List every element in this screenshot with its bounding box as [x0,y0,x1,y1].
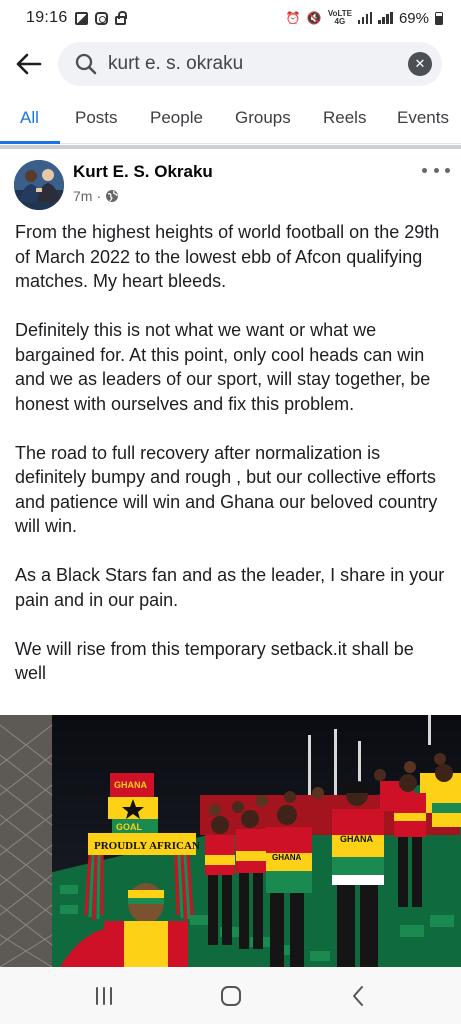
sign-middle: GOAL [116,822,143,832]
instagram-icon [94,11,108,25]
back-nav-icon [352,985,363,1006]
search-tabs: All Posts People Groups Reels Events [0,96,461,144]
status-left: 19:16 [26,9,127,27]
back-arrow-icon [16,53,42,75]
network-label: VoLTE 4G [328,10,352,26]
post-paragraph: The road to full recovery after normaliz… [15,442,438,537]
tab-reels[interactable]: Reels [323,96,366,144]
post-paragraph: Definitely this is not what we want or w… [15,320,431,414]
status-time: 19:16 [26,9,68,26]
sign-bottom: PROUDLY AFRICAN [94,840,200,852]
recents-icon [95,986,112,1005]
active-tab-indicator [0,141,60,144]
battery-icon [435,11,443,25]
signal-icon-2 [378,12,393,24]
globe-icon [106,190,119,202]
post-paragraph: From the highest heights of world footba… [15,222,440,291]
tab-all[interactable]: All [20,96,39,144]
lock-icon [114,10,127,25]
post-author-name[interactable]: Kurt E. S. Okraku [73,162,213,182]
shirt-text-2: GHANA [340,834,373,844]
tab-posts[interactable]: Posts [75,96,118,144]
search-icon [75,53,97,75]
search-header: kurt e. s. okraku ✕ [0,40,461,88]
post-paragraph: As a Black Stars fan and as the leader, … [15,565,445,610]
more-options-icon[interactable] [422,162,450,178]
home-icon [220,985,241,1006]
meta-separator: · [96,188,102,204]
gallery-icon [74,11,88,25]
sign-top: GHANA [114,780,147,790]
shirt-text: GHANA [272,853,302,862]
status-bar: 19:16 ⏰ 🔇 VoLTE 4G 69% [0,0,461,36]
tab-people[interactable]: People [150,96,203,144]
back-button[interactable] [0,40,58,88]
stadium-fans-image: GHANA GHANA GHANA GOAL PROUDLY AFRICAN [0,715,461,967]
network-type-label: 4G [334,17,346,26]
post-meta: 7m · [73,188,119,204]
search-box[interactable]: kurt e. s. okraku ✕ [58,42,442,86]
post-header: Kurt E. S. Okraku 7m · [14,160,454,212]
mute-icon: 🔇 [306,11,322,25]
clear-icon[interactable]: ✕ [408,52,432,76]
status-right: ⏰ 🔇 VoLTE 4G 69% [286,10,443,27]
system-back-button[interactable] [338,976,378,1016]
post-paragraph: We will rise from this temporary setback… [15,638,414,684]
signal-icon [357,12,373,24]
home-button[interactable] [211,976,251,1016]
avatar[interactable] [14,160,64,210]
post-body: From the highest heights of world footba… [15,220,447,710]
avatar-image [14,160,64,210]
tab-events[interactable]: Events [397,96,449,144]
alarm-icon: ⏰ [285,11,301,25]
recents-button[interactable] [84,976,124,1016]
section-divider [0,145,461,149]
tab-groups[interactable]: Groups [235,96,291,144]
post-time[interactable]: 7m [73,188,92,204]
system-nav-bar [0,967,461,1024]
search-input[interactable]: kurt e. s. okraku [108,53,408,75]
battery-percent: 69% [398,9,429,27]
post-photo[interactable]: GHANA GHANA GHANA GOAL PROUDLY AFRICAN [0,715,461,967]
